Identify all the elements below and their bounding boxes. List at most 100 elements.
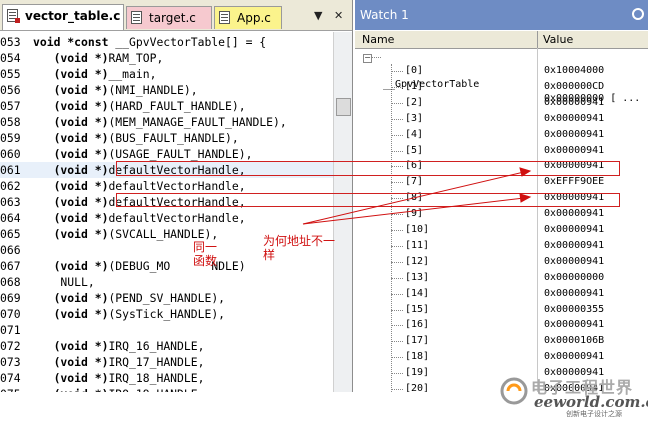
code-line[interactable]: 056 (void *)(NMI_HANDLE), [0,82,333,98]
code-keyword: (void *) [53,51,109,65]
watch-row[interactable]: [15] 0x00000355 [355,303,648,317]
annotation-same-function: 同一 函数 [193,240,218,268]
watch-row[interactable]: [0] 0x10004000 [355,64,648,78]
watch-row[interactable]: [5] 0x00000941 [355,144,648,158]
code-text: (void *)(PEND_SV_HANDLE), [33,290,225,306]
code-keyword: (void *) [53,259,109,273]
watch-row[interactable]: [13] 0x00000000 [355,271,648,285]
value-column-header[interactable]: Value [543,31,573,48]
code-line[interactable]: 054 (void *)RAM_TOP, [0,50,333,66]
code-line[interactable]: 064 (void *)defaultVectorHandle, [0,210,333,226]
watch-element-index: [0] [405,65,424,76]
tab-vector-table-c[interactable]: vector_table.c [2,4,124,30]
line-number: 053 [0,35,21,49]
code-body: defaultVectorHandle, [108,211,246,225]
line-number: 064 [0,211,21,225]
code-text: (void *)IRQ_18_HANDLE, [33,370,205,386]
code-line[interactable]: 072 (void *)IRQ_16_HANDLE, [0,338,333,354]
watch-root-row[interactable]: __GpvVectorTable 0x00000000 [ ... [355,50,648,104]
close-icon[interactable] [632,8,644,20]
watch-element-value: 0x00000941 [544,112,605,124]
watch-element-index: [20] [405,383,430,392]
code-text: (void *)(NMI_HANDLE), [33,82,198,98]
tree-connector [391,357,403,359]
watch-row[interactable]: [2] 0x00000941 [355,96,648,110]
scrollbar-thumb[interactable] [336,98,351,116]
watch-row[interactable]: [10] 0x00000941 [355,223,648,237]
code-body: __main, [108,67,157,81]
watch-element-index: [19] [405,367,430,379]
code-body: (DEBUG_MO NDLE) [108,259,246,273]
watch-row[interactable]: [3] 0x00000941 [355,112,648,126]
code-line[interactable]: 059 (void *)(BUS_FAULT_HANDLE), [0,130,333,146]
c-file-icon [131,11,142,24]
watch-element-index: [18] [405,351,430,363]
tree-connector [391,245,403,247]
watch-row[interactable]: [1] 0x000000CD [355,80,648,94]
code-keyword: (void *) [53,227,109,241]
code-keyword: (void *) [53,131,109,145]
watch-row[interactable]: [18] 0x00000941 [355,350,648,364]
tab-app-c[interactable]: App.c [214,6,282,29]
tab-target-c[interactable]: target.c [126,6,212,29]
tree-connector [391,86,403,88]
watch-row[interactable]: [9] 0x00000941 [355,207,648,221]
tree-connector [391,230,403,231]
watch-row[interactable]: [4] 0x00000941 [355,128,648,142]
code-body: IRQ_19_HANDLE, [108,387,204,392]
watch-element-value: 0x000000CD [544,80,605,92]
code-line[interactable]: 057 (void *)(HARD_FAULT_HANDLE), [0,98,333,114]
code-body: (PEND_SV_HANDLE), [108,291,226,305]
watch-row[interactable]: [17] 0x0000106B [355,334,648,348]
eeworld-logo-icon [500,377,528,405]
tree-connector [391,214,403,216]
code-line[interactable]: 074 (void *)IRQ_18_HANDLE, [0,370,333,386]
column-divider[interactable] [537,31,538,48]
code-text: void *const __GpvVectorTable[] = { [33,34,266,50]
code-line[interactable]: 060 (void *)(USAGE_FAULT_HANDLE), [0,146,333,162]
code-area[interactable]: 053 void *const __GpvVectorTable[] = {054… [0,32,333,392]
line-number: 057 [0,99,21,113]
code-text: (void *)(SVCALL_HANDLE), [33,226,219,242]
watch-element-index: [4] [405,128,424,140]
code-prefix [33,131,54,145]
code-text: (void *)(MEM_MANAGE_FAULT_HANDLE), [33,114,287,130]
close-tab-icon[interactable]: ✕ [334,9,343,22]
watch-element-index: [12] [405,255,430,267]
tree-connector [391,277,403,279]
line-number: 070 [0,307,21,321]
watch-row[interactable]: [7] 0xEFFF9OEE [355,175,648,189]
watch-element-value: 0x10004000 [544,65,605,76]
watch-row[interactable]: [11] 0x00000941 [355,239,648,253]
tab-list-dropdown-icon[interactable]: ▼ [314,9,322,22]
line-number: 065 [0,227,21,241]
code-keyword: (void *) [53,99,109,113]
watch-row[interactable]: [16] 0x00000941 [355,318,648,332]
watch-row[interactable]: [14] 0x00000941 [355,287,648,301]
code-line[interactable]: 073 (void *)IRQ_17_HANDLE, [0,354,333,370]
code-prefix [33,67,54,81]
code-text: (void *)IRQ_17_HANDLE, [33,354,205,370]
line-number: 074 [0,371,21,385]
code-line[interactable]: 070 (void *)(SysTick_HANDLE), [0,306,333,322]
code-line[interactable]: 069 (void *)(PEND_SV_HANDLE), [0,290,333,306]
name-column-header[interactable]: Name [362,31,394,48]
code-line[interactable]: 062 (void *)defaultVectorHandle, [0,178,333,194]
watch-element-value: 0x00000941 [544,224,605,235]
line-number: 056 [0,83,21,97]
code-line[interactable]: 058 (void *)(MEM_MANAGE_FAULT_HANDLE), [0,114,333,130]
tree-connector [391,134,403,136]
code-line[interactable]: 075 (void *)IRQ_19_HANDLE, [0,386,333,392]
code-keyword: (void *) [53,83,109,97]
code-line[interactable]: 053 void *const __GpvVectorTable[] = { [0,34,333,50]
code-line[interactable]: 068 NULL, [0,274,333,290]
editor-vertical-scrollbar[interactable] [333,32,352,392]
line-number: 069 [0,291,21,305]
code-line[interactable]: 055 (void *)__main, [0,66,333,82]
code-keyword: (void *) [53,355,109,369]
watch-row[interactable]: [12] 0x00000941 [355,255,648,269]
code-body: (MEM_MANAGE_FAULT_HANDLE), [108,115,287,129]
code-line[interactable]: 071 [0,322,333,338]
code-keyword: (void *) [54,387,109,392]
code-prefix: NULL, [33,275,95,289]
